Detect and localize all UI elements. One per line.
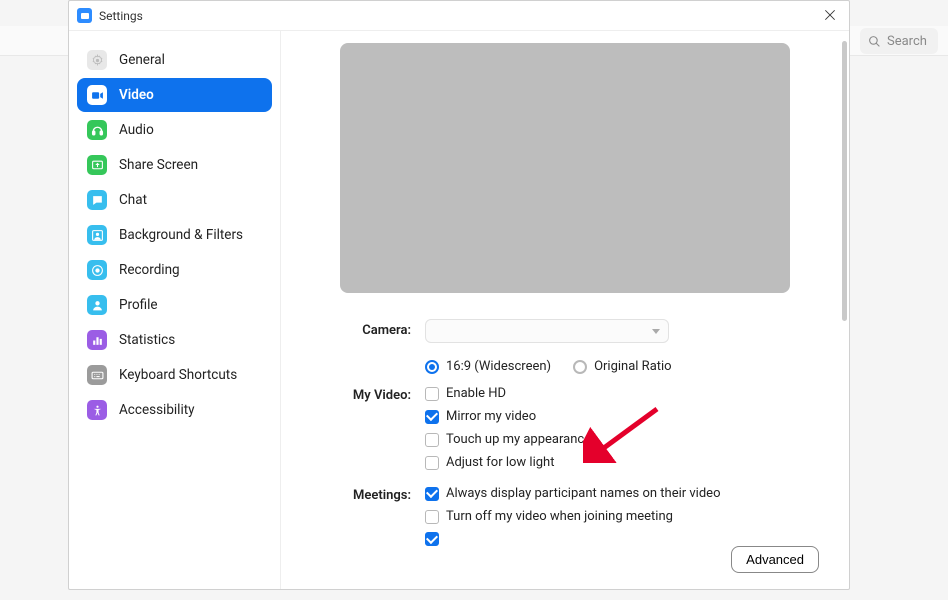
advanced-label: Advanced (746, 552, 804, 567)
checkbox-icon (425, 410, 439, 424)
dialog-body: General Video Audio Share Screen Chat Backgro… (69, 31, 849, 589)
sidebar-item-accessibility[interactable]: Accessibility (77, 393, 272, 427)
gear-icon (87, 50, 107, 70)
sidebar-item-statistics[interactable]: Statistics (77, 323, 272, 357)
window-title: Settings (99, 9, 143, 23)
sidebar-item-label: Background & Filters (119, 227, 243, 243)
sidebar-item-label: Share Screen (119, 157, 198, 173)
close-icon (823, 8, 837, 22)
turn-off-join-label: Turn off my video when joining meeting (446, 509, 673, 524)
sidebar-item-profile[interactable]: Profile (77, 288, 272, 322)
search-icon (868, 35, 881, 48)
sidebar-item-label: Video (119, 87, 154, 103)
titlebar: Settings (69, 1, 849, 31)
radio-icon (573, 360, 587, 374)
aspect-original-option[interactable]: Original Ratio (573, 359, 672, 374)
scrollbar[interactable] (842, 41, 847, 511)
checkbox-icon (425, 487, 439, 501)
sidebar-item-share-screen[interactable]: Share Screen (77, 148, 272, 182)
touch-up-label: Touch up my appearance (446, 432, 591, 447)
settings-dialog: Settings General Video Audio Share Screen Ch… (68, 0, 850, 590)
meetings-label: Meetings: (309, 484, 425, 503)
camera-select[interactable] (425, 319, 669, 343)
sidebar-item-label: Profile (119, 297, 158, 313)
zoom-app-icon (77, 8, 92, 23)
display-names-option[interactable]: Always display participant names on thei… (425, 486, 821, 501)
share-icon (87, 155, 107, 175)
keyboard-icon (87, 365, 107, 385)
enable-hd-label: Enable HD (446, 386, 506, 401)
statistics-icon (87, 330, 107, 350)
checkbox-icon (425, 532, 439, 546)
sidebar-item-label: General (119, 52, 165, 68)
sidebar-item-chat[interactable]: Chat (77, 183, 272, 217)
meetings-row: Meetings: Always display participant nam… (309, 484, 821, 546)
checkbox-icon (425, 510, 439, 524)
checkbox-icon (425, 387, 439, 401)
aspect-169-option[interactable]: 16:9 (Widescreen) (425, 359, 551, 374)
sidebar-item-background-filters[interactable]: Background & Filters (77, 218, 272, 252)
video-preview (340, 43, 790, 293)
advanced-button[interactable]: Advanced (731, 546, 819, 573)
sidebar: General Video Audio Share Screen Chat Backgro… (69, 31, 281, 589)
checkbox-icon (425, 433, 439, 447)
sidebar-item-label: Chat (119, 192, 147, 208)
sidebar-item-general[interactable]: General (77, 43, 272, 77)
sidebar-item-recording[interactable]: Recording (77, 253, 272, 287)
scrollbar-thumb[interactable] (842, 41, 847, 321)
chat-icon (87, 190, 107, 210)
sidebar-item-keyboard-shortcuts[interactable]: Keyboard Shortcuts (77, 358, 272, 392)
aspect-original-label: Original Ratio (594, 359, 672, 374)
sidebar-item-label: Audio (119, 122, 154, 138)
partial-option[interactable] (425, 532, 821, 546)
sidebar-item-label: Recording (119, 262, 180, 278)
turn-off-join-option[interactable]: Turn off my video when joining meeting (425, 509, 821, 524)
accessibility-icon (87, 400, 107, 420)
display-names-label: Always display participant names on thei… (446, 486, 720, 501)
camera-row: Camera: 16:9 (Widescreen) Original Ratio (309, 319, 821, 374)
sidebar-item-video[interactable]: Video (77, 78, 272, 112)
mirror-option[interactable]: Mirror my video (425, 409, 821, 424)
sidebar-item-label: Keyboard Shortcuts (119, 367, 237, 383)
myvideo-label: My Video: (309, 384, 425, 403)
radio-icon (425, 360, 439, 374)
audio-icon (87, 120, 107, 140)
low-light-option[interactable]: Adjust for low light (425, 455, 821, 470)
low-light-label: Adjust for low light (446, 455, 554, 470)
search-placeholder: Search (887, 34, 927, 49)
myvideo-row: My Video: Enable HD Mirror my video Touc… (309, 384, 821, 470)
sidebar-item-audio[interactable]: Audio (77, 113, 272, 147)
content-panel: Camera: 16:9 (Widescreen) Original Ratio (281, 31, 849, 589)
background-icon (87, 225, 107, 245)
camera-label: Camera: (309, 319, 425, 338)
sidebar-item-label: Statistics (119, 332, 175, 348)
close-button[interactable] (823, 7, 841, 25)
enable-hd-option[interactable]: Enable HD (425, 386, 821, 401)
sidebar-item-label: Accessibility (119, 402, 195, 418)
touch-up-option[interactable]: Touch up my appearance (425, 432, 821, 447)
aspect-169-label: 16:9 (Widescreen) (446, 359, 551, 374)
video-icon (87, 85, 107, 105)
search-box[interactable]: Search (860, 28, 938, 54)
profile-icon (87, 295, 107, 315)
mirror-label: Mirror my video (446, 409, 536, 424)
recording-icon (87, 260, 107, 280)
checkbox-icon (425, 456, 439, 470)
